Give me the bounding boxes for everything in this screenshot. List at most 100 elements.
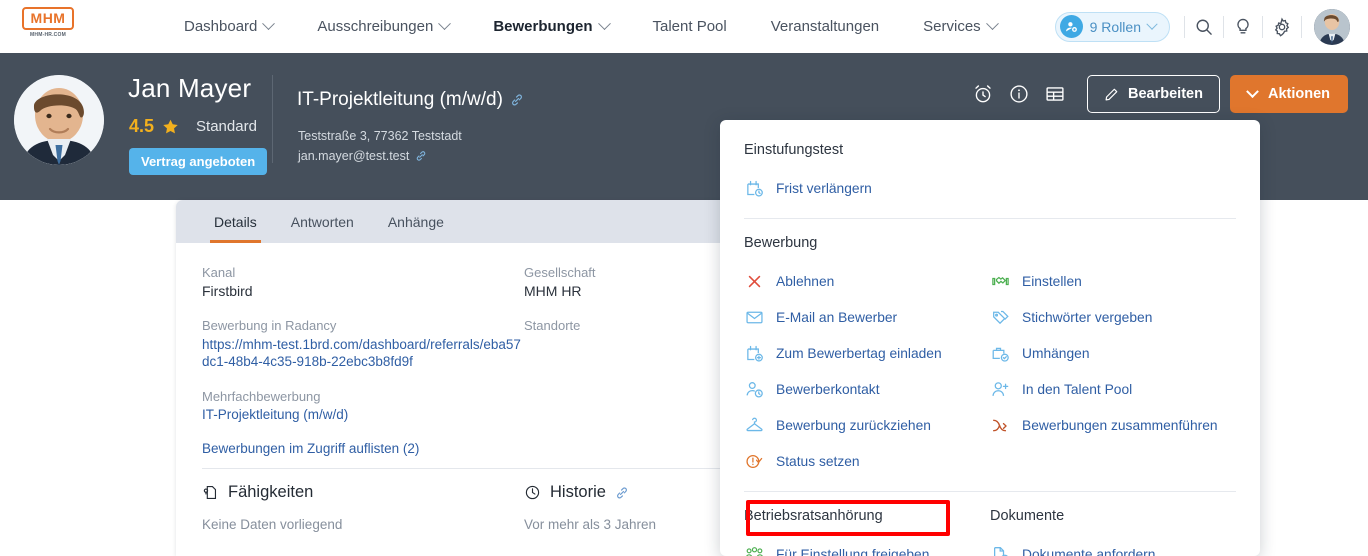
briefcase-check-icon xyxy=(990,343,1011,364)
menu-item-label: Umhängen xyxy=(1022,345,1090,361)
search-icon[interactable] xyxy=(1185,8,1223,46)
mehrfachbewerbung-link[interactable]: IT-Projektleitung (m/w/d) xyxy=(202,407,524,422)
menu-item-stichwoerter-vergeben[interactable]: Stichwörter vergeben xyxy=(990,299,1236,335)
skills-title: Fähigkeiten xyxy=(228,483,314,501)
actions-dropdown-menu: Einstufungstest Frist verlängern Bewerbu… xyxy=(720,120,1260,556)
app-root: MHM MHM-HR.COM Dashboard Ausschreibungen… xyxy=(0,0,1368,556)
menu-item-bewerberkontakt[interactable]: Bewerberkontakt xyxy=(744,371,990,407)
info-icon[interactable] xyxy=(1001,76,1037,112)
rating-value: 4.5 xyxy=(129,116,155,136)
lightbulb-icon[interactable] xyxy=(1224,8,1262,46)
avatar[interactable] xyxy=(1314,8,1350,45)
top-navigation-bar: MHM MHM-HR.COM Dashboard Ausschreibungen… xyxy=(0,0,1368,53)
nav-label: Dashboard xyxy=(184,18,258,35)
menu-item-einstellen[interactable]: Einstellen xyxy=(990,263,1236,299)
divider xyxy=(272,75,273,163)
star-icon xyxy=(162,118,179,135)
menu-item-in-den-talent-pool[interactable]: In den Talent Pool xyxy=(990,371,1236,407)
menu-item-label: In den Talent Pool xyxy=(1022,381,1133,397)
nav-item-veranstaltungen[interactable]: Veranstaltungen xyxy=(749,0,901,53)
field-label: Bewerbung in Radancy xyxy=(202,318,337,333)
skills-heading: Fähigkeiten xyxy=(202,483,524,502)
primary-nav: Dashboard Ausschreibungen Bewerbungen Ta… xyxy=(162,0,1019,53)
menu-item-bewerbungen-zusammenfuehren[interactable]: Bewerbungen zusammenführen xyxy=(990,407,1236,443)
candidate-rating: 4.5 Standard xyxy=(129,116,257,137)
history-title: Historie xyxy=(550,483,606,501)
nav-item-bewerbungen[interactable]: Bewerbungen xyxy=(471,0,630,53)
nav-label: Bewerbungen xyxy=(493,18,593,35)
menu-item-frist-verlaengern[interactable]: Frist verlängern xyxy=(744,170,990,206)
app-logo[interactable]: MHM MHM-HR.COM xyxy=(22,7,74,38)
menu-item-label: Bewerbungen zusammenführen xyxy=(1022,417,1218,433)
person-plus-icon xyxy=(990,379,1011,400)
tab-label: Antworten xyxy=(290,213,354,230)
menu-item-label: E-Mail an Bewerber xyxy=(776,309,898,325)
candidate-email[interactable]: jan.mayer@test.test xyxy=(298,149,427,163)
tab-details[interactable]: Details xyxy=(200,200,271,243)
dropdown-group-title-bewerbung: Bewerbung xyxy=(744,235,818,251)
actions-button-label: Aktionen xyxy=(1267,86,1330,102)
tab-anhaenge[interactable]: Anhänge xyxy=(374,200,458,243)
chevron-down-icon xyxy=(1146,18,1158,30)
dropdown-group-title-betriebsratsanhoerung: Betriebsratsanhörung xyxy=(744,508,883,524)
chevron-down-icon xyxy=(262,17,276,31)
menu-item-label: Frist verlängern xyxy=(776,180,872,196)
nav-item-dashboard[interactable]: Dashboard xyxy=(162,0,295,53)
gear-icon[interactable] xyxy=(1263,8,1301,46)
field-value: Firstbird xyxy=(202,283,253,299)
menu-item-zum-bewerbertag-einladen[interactable]: Zum Bewerbertag einladen xyxy=(744,335,990,371)
dropdown-group-titles-row: Betriebsratsanhörung Dokumente xyxy=(744,508,1236,536)
menu-item-dokumente-anfordern[interactable]: Dokumente anfordern xyxy=(990,536,1236,556)
tab-antworten[interactable]: Antworten xyxy=(277,200,368,243)
clock-icon xyxy=(524,484,541,501)
field-mehrfachbewerbung: Mehrfachbewerbung IT-Projektleitung (m/w… xyxy=(202,389,524,422)
menu-item-label: Einstellen xyxy=(1022,273,1082,289)
nav-item-talent-pool[interactable]: Talent Pool xyxy=(631,0,749,53)
job-title[interactable]: IT-Projektleitung (m/w/d) xyxy=(297,89,524,111)
field-label: Mehrfachbewerbung xyxy=(202,389,321,404)
divider xyxy=(744,218,1236,219)
link-icon[interactable] xyxy=(615,486,629,500)
divider xyxy=(1301,15,1302,38)
nav-label: Services xyxy=(923,18,981,35)
menu-item-fuer-einstellung-freigeben[interactable]: Für Einstellung freigeben xyxy=(744,536,990,556)
radancy-link[interactable]: https://mhm-test.1brd.com/dashboard/refe… xyxy=(202,336,524,370)
menu-item-status-setzen[interactable]: Status setzen xyxy=(744,443,990,479)
list-applications-link[interactable]: Bewerbungen im Zugriff auflisten (2) xyxy=(202,441,524,456)
alarm-clock-icon[interactable] xyxy=(965,76,1001,112)
edit-button[interactable]: Bearbeiten xyxy=(1087,75,1220,113)
menu-item-label: Bewerberkontakt xyxy=(776,381,880,397)
people-group-icon xyxy=(744,544,765,556)
menu-item-bewerbung-zurueckziehen[interactable]: Bewerbung zurückziehen xyxy=(744,407,990,443)
menu-item-ablehnen[interactable]: Ablehnen xyxy=(744,263,990,299)
dropdown-group-title-dokumente: Dokumente xyxy=(990,508,1065,524)
merge-arrow-icon xyxy=(990,415,1011,436)
menu-item-umhaengen[interactable]: Umhängen xyxy=(990,335,1236,371)
nav-item-services[interactable]: Services xyxy=(901,0,1019,53)
nav-label: Ausschreibungen xyxy=(317,18,434,35)
dropdown-column-right: Einstellen Stichwörter vergeben Umhängen… xyxy=(990,263,1236,479)
candidate-name: Jan Mayer xyxy=(128,73,252,103)
menu-item-label: Stichwörter vergeben xyxy=(1022,309,1153,325)
roles-selector[interactable]: 9 Rollen xyxy=(1054,11,1170,42)
menu-item-email-an-bewerber[interactable]: E-Mail an Bewerber xyxy=(744,299,990,335)
logo-text: MHM xyxy=(22,7,74,30)
tab-label: Anhänge xyxy=(387,213,444,230)
skills-empty-note: Keine Daten vorliegend xyxy=(202,517,343,532)
section-skills: Fähigkeiten Keine Daten vorliegend xyxy=(202,483,524,532)
dropdown-group-einstufungstest: Frist verlängern xyxy=(744,170,1236,206)
chevron-down-icon xyxy=(985,17,999,31)
person-clock-icon xyxy=(744,379,765,400)
calendar-plus-icon xyxy=(744,343,765,364)
link-icon[interactable] xyxy=(510,93,524,107)
actions-button[interactable]: Aktionen xyxy=(1229,75,1348,113)
table-icon[interactable] xyxy=(1037,76,1073,112)
nav-item-ausschreibungen[interactable]: Ausschreibungen xyxy=(295,0,471,53)
dropdown-group-bewerbung: Ablehnen E-Mail an Bewerber Zum Bewerber… xyxy=(744,263,1236,536)
link-icon[interactable] xyxy=(415,150,427,162)
rating-tier: Standard xyxy=(196,118,257,135)
skills-icon xyxy=(202,484,219,501)
chevron-down-icon xyxy=(1246,84,1259,98)
dropdown-column-left: Für Einstellung freigeben xyxy=(744,536,990,556)
hanger-icon xyxy=(744,415,765,436)
